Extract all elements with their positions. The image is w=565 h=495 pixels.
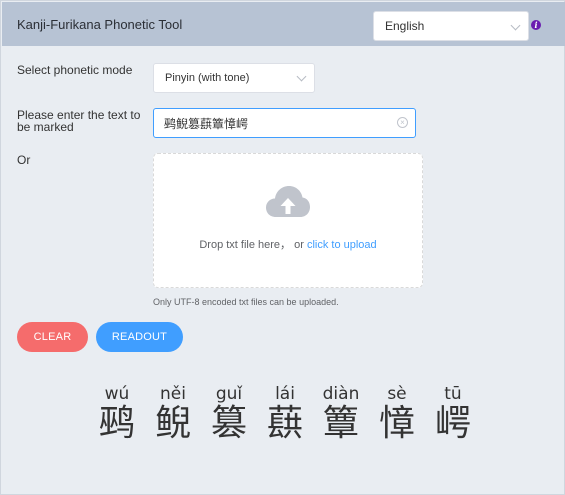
result-char: diàn 簟 <box>320 386 362 444</box>
mode-label: Select phonetic mode <box>17 63 133 77</box>
click-to-upload-link[interactable]: click to upload <box>307 239 377 251</box>
result-hanzi: 慞 <box>378 403 415 444</box>
language-select[interactable]: English <box>373 11 529 41</box>
result-hanzi: 鲵 <box>154 403 191 444</box>
result-pinyin: wú <box>104 384 130 404</box>
chevron-down-icon <box>510 20 521 31</box>
phonetic-mode-value: Pinyin (with tone) <box>165 72 250 84</box>
app-title: Kanji-Furikana Phonetic Tool <box>17 17 183 32</box>
app-frame: Kanji-Furikana Phonetic Tool English i S… <box>0 0 565 495</box>
result-pinyin: něi <box>160 384 186 404</box>
chevron-down-icon <box>296 71 307 82</box>
text-input[interactable] <box>153 108 416 138</box>
drop-text: Drop txt file here， or <box>199 239 307 251</box>
or-label: Or <box>17 153 31 167</box>
result-char: lái 蕻 <box>264 386 306 444</box>
circle-close-icon[interactable]: × <box>397 117 408 128</box>
result-pinyin: sè <box>387 384 407 404</box>
result-char: guǐ 篡 <box>208 386 250 444</box>
result-hanzi: 鹀 <box>98 403 135 444</box>
clear-button[interactable]: CLEAR <box>17 322 88 352</box>
result-hanzi: 簟 <box>322 403 359 444</box>
result-char: něi 鲵 <box>152 386 194 444</box>
result-pinyin: tū <box>444 384 462 404</box>
upload-dropzone[interactable]: Drop txt file here， or click to upload <box>153 153 423 288</box>
result-hanzi: 篡 <box>210 403 247 444</box>
result-pinyin: diàn <box>322 384 360 404</box>
result-char: sè 慞 <box>376 386 418 444</box>
phonetic-mode-select[interactable]: Pinyin (with tone) <box>153 63 315 93</box>
result-char: wú 鹀 <box>96 386 138 444</box>
upload-tip: Only UTF-8 encoded txt files can be uplo… <box>153 297 339 307</box>
result-pinyin: lái <box>275 384 295 404</box>
drop-instructions: Drop txt file here， or click to upload <box>154 236 422 252</box>
readout-button[interactable]: READOUT <box>96 322 183 352</box>
info-icon[interactable]: i <box>531 20 541 30</box>
language-select-value: English <box>385 19 425 33</box>
result-pinyin: guǐ <box>215 384 243 404</box>
cloud-upload-icon <box>266 186 310 217</box>
result-hanzi: 蕻 <box>266 403 303 444</box>
result-char: tū 崿 <box>432 386 474 444</box>
text-label: Please enter the text to be marked <box>17 108 141 134</box>
result-hanzi: 崿 <box>434 403 471 444</box>
